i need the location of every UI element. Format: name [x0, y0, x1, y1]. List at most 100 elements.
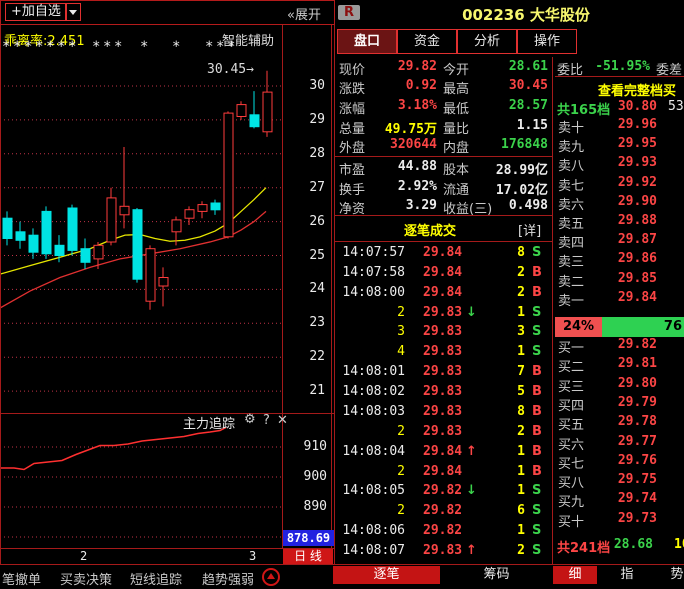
- buy-level-price: 29.81: [598, 356, 657, 371]
- add-watchlist-button[interactable]: +加自选: [5, 3, 67, 21]
- period-badge[interactable]: 日 线: [283, 549, 333, 564]
- bottom-menu-item-3[interactable]: 趋势强弱: [202, 569, 254, 588]
- tick-time: 14:08:07: [335, 543, 405, 558]
- divider: [0, 564, 684, 565]
- tick-time: 14:08:04: [335, 444, 405, 459]
- y-axis-label: 22: [285, 349, 325, 364]
- bottom-menu-item-2[interactable]: 短线追踪: [130, 569, 182, 588]
- gear-icon[interactable]: ⚙: [244, 412, 256, 427]
- divider: [282, 24, 283, 548]
- tab-0[interactable]: 盘口: [337, 29, 397, 54]
- weibi-value: -51.95%: [575, 59, 650, 74]
- add-watchlist-label: +加自选: [11, 4, 61, 19]
- tick-qty: 2: [460, 543, 525, 558]
- star-mark-icon: *: [140, 39, 148, 55]
- tick-qty: 8: [460, 404, 525, 419]
- quote-value: 44.88: [347, 159, 437, 174]
- buy-level-label: 买十: [558, 511, 584, 530]
- sell-level-price: 29.93: [598, 155, 657, 170]
- bottom-menu-item-1[interactable]: 买卖决策: [60, 569, 112, 588]
- tick-qty: 2: [460, 265, 525, 280]
- tick-side: B: [532, 424, 542, 439]
- full-depth-link[interactable]: 查看完整档买: [598, 80, 676, 99]
- sub-chart-title: 主力追踪: [183, 413, 235, 432]
- y-axis-label: 24: [285, 281, 325, 296]
- tick-time: 2: [335, 464, 405, 479]
- y-axis-label: 25: [285, 248, 325, 263]
- tick-detail-link[interactable]: [详]: [518, 220, 541, 239]
- star-mark-icon: *: [13, 39, 21, 55]
- star-mark-icon: *: [46, 39, 54, 55]
- tick-price: 29.82: [423, 523, 462, 538]
- right-bottom-tab-2[interactable]: 势: [657, 566, 684, 584]
- star-mark-icon: *: [172, 39, 180, 55]
- divider: [334, 0, 335, 565]
- tick-qty: 5: [460, 384, 525, 399]
- chevron-down-icon: [69, 10, 77, 15]
- buy-level-price: 29.73: [598, 511, 657, 526]
- tick-price: 29.84: [423, 464, 462, 479]
- sub-y-axis-label: 900: [287, 469, 327, 484]
- tick-price: 29.84: [423, 265, 462, 280]
- sell-level-price: 29.87: [598, 232, 657, 247]
- quote-value: 17.02亿: [456, 179, 548, 198]
- tick-side: S: [532, 245, 541, 260]
- sell-level-price: 29.96: [598, 117, 657, 132]
- margin-flag-badge: R: [338, 5, 360, 20]
- divider: [335, 241, 552, 242]
- tick-time: 2: [335, 305, 405, 320]
- star-mark-icon: *: [92, 39, 100, 55]
- tick-price: 29.83: [423, 384, 462, 399]
- sell-level-price: 29.88: [598, 213, 657, 228]
- buy-total-price: 28.68: [598, 537, 653, 552]
- mid-bottom-tab-0[interactable]: 逐笔: [333, 566, 440, 584]
- sell-level-price: 29.86: [598, 251, 657, 266]
- tick-qty: 8: [460, 245, 525, 260]
- divider: [552, 57, 553, 565]
- buy-level-label: 买七: [558, 453, 584, 472]
- buy-level-label: 买五: [558, 414, 584, 433]
- buy-level-price: 29.79: [598, 395, 657, 410]
- y-axis-label: 29: [285, 112, 325, 127]
- sell-level-label: 卖二: [558, 271, 584, 290]
- x-axis-label: 2: [80, 549, 87, 563]
- y-axis-label: 26: [285, 214, 325, 229]
- expand-button[interactable]: «展开: [287, 4, 321, 23]
- quote-value: 0.92: [347, 78, 437, 93]
- mid-bottom-tab-1[interactable]: 筹码: [440, 566, 553, 584]
- sell-level-label: 卖十: [558, 117, 584, 136]
- tab-1[interactable]: 资金: [397, 29, 457, 54]
- star-mark-icon: *: [35, 39, 43, 55]
- buy-level-label: 买一: [558, 337, 584, 356]
- add-watchlist-dropdown-button[interactable]: [65, 3, 81, 21]
- tick-price: 29.83: [423, 543, 462, 558]
- close-icon[interactable]: ✕: [277, 413, 288, 428]
- sell-level-label: 卖八: [558, 155, 584, 174]
- star-mark-icon: *: [114, 39, 122, 55]
- quote-value: 28.57: [456, 98, 548, 113]
- quote-value: 320644: [347, 137, 437, 152]
- tick-price: 29.82: [423, 503, 462, 518]
- buy-level-label: 买九: [558, 491, 584, 510]
- y-axis-label: 21: [285, 383, 325, 398]
- right-bottom-tab-0[interactable]: 细: [553, 566, 597, 584]
- tick-time: 14:08:06: [335, 523, 405, 538]
- tick-time: 4: [335, 344, 405, 359]
- star-mark-icon: *: [216, 39, 224, 55]
- help-icon[interactable]: ?: [263, 413, 270, 428]
- bottom-menu-item-0[interactable]: 笔撤单: [2, 569, 41, 588]
- tick-time: 14:08:03: [335, 404, 405, 419]
- collapse-panel-icon[interactable]: [262, 568, 280, 586]
- quote-value: 2.92%: [347, 179, 437, 194]
- right-bottom-tab-1[interactable]: 指: [597, 566, 657, 584]
- sell-level-price: 29.95: [598, 136, 657, 151]
- tick-time: 14:08:05: [335, 483, 405, 498]
- tab-3[interactable]: 操作: [517, 29, 577, 54]
- sell-level-label: 卖四: [558, 232, 584, 251]
- tab-2[interactable]: 分析: [457, 29, 517, 54]
- tick-price: 29.84: [423, 245, 462, 260]
- tick-time: 14:08:01: [335, 364, 405, 379]
- quote-value: 28.99亿: [456, 159, 548, 178]
- quote-value: 3.18%: [347, 98, 437, 113]
- tick-time: 14:07:57: [335, 245, 405, 260]
